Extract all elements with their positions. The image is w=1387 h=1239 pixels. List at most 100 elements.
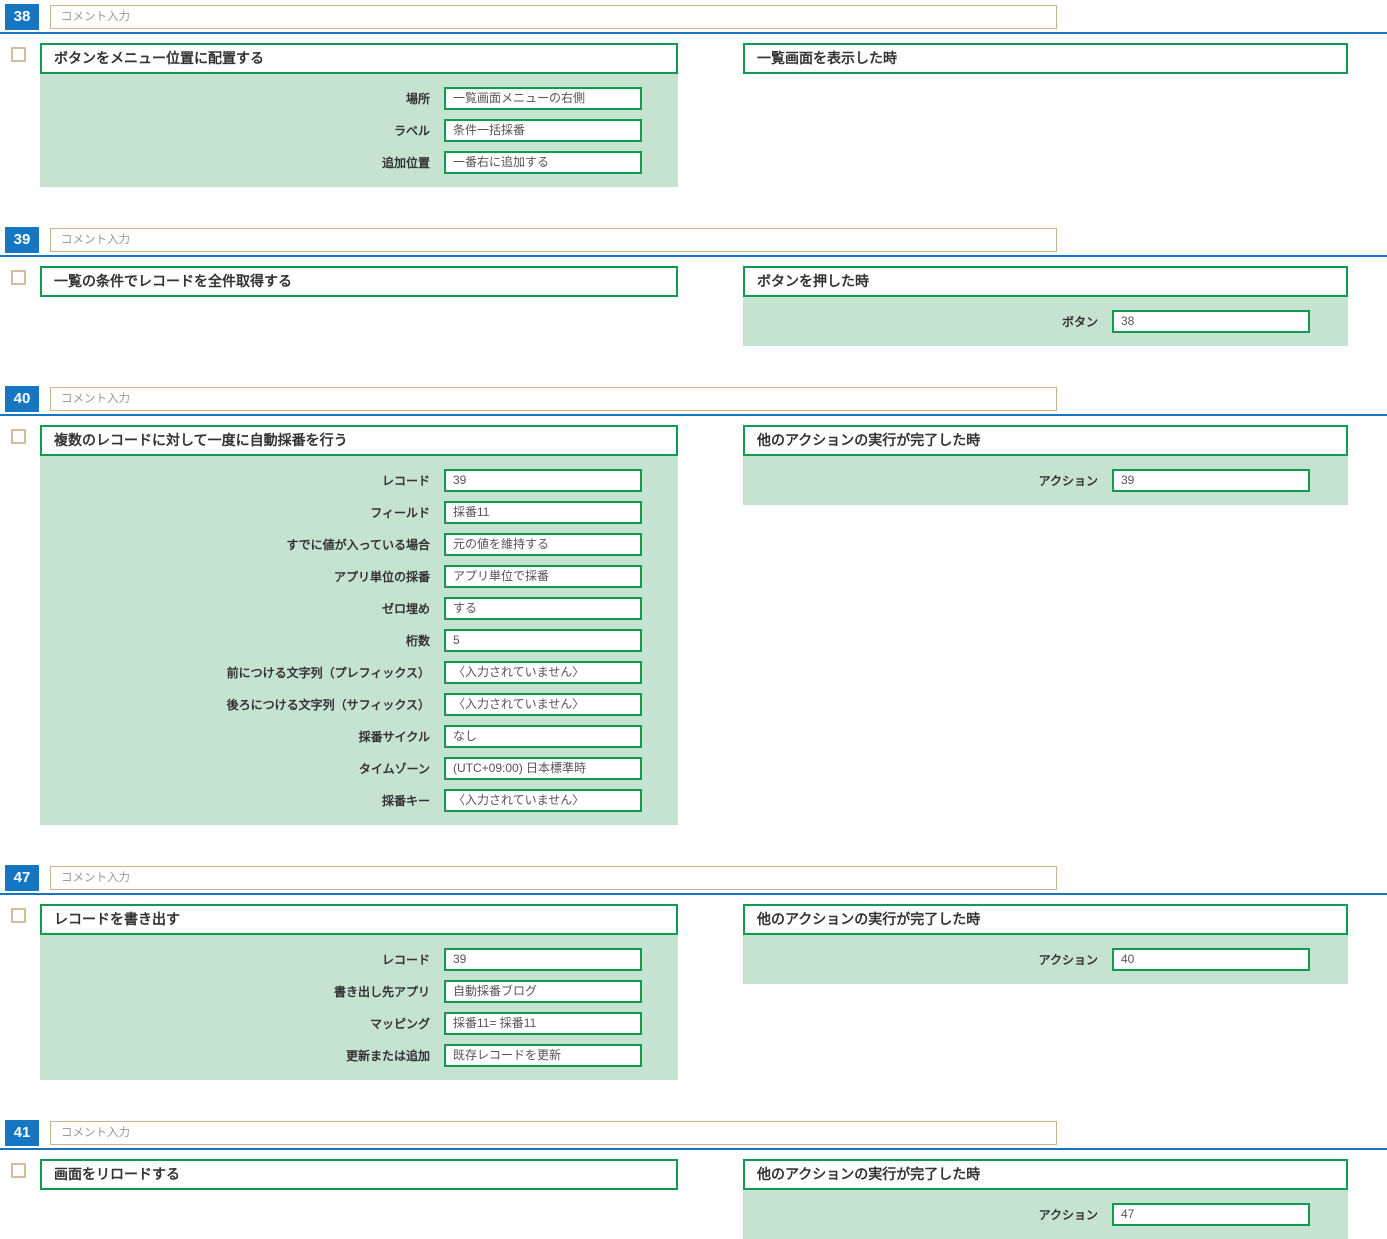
checkbox-column bbox=[0, 266, 40, 285]
param-label: マッピング bbox=[40, 1015, 430, 1032]
param-value-select[interactable]: (UTC+09:00) 日本標準時 bbox=[444, 757, 642, 780]
action-title[interactable]: 画面をリロードする bbox=[40, 1159, 678, 1190]
param-row: マッピング 採番11= 採番11 bbox=[40, 1007, 678, 1039]
action-title[interactable]: 一覧の条件でレコードを全件取得する bbox=[40, 266, 678, 297]
param-value-select[interactable]: 採番11= 採番11 bbox=[444, 1012, 642, 1035]
param-value-select[interactable]: 〈入力されていません〉 bbox=[444, 693, 642, 716]
param-label: 採番キー bbox=[40, 792, 430, 809]
trigger-title[interactable]: 他のアクションの実行が完了した時 bbox=[743, 904, 1348, 935]
param-value-select[interactable]: 採番11 bbox=[444, 501, 642, 524]
action-column: ボタンをメニュー位置に配置する 場所 一覧画面メニューの右側 ラベル 条件一括採… bbox=[40, 43, 678, 187]
section-40-header: 40 bbox=[0, 386, 1387, 414]
param-label: フィールド bbox=[40, 504, 430, 521]
section-41: 41 画面をリロードする 他のアクションの実行が完了した時 アクション 47 bbox=[0, 1120, 1387, 1239]
trigger-params-panel: アクション 39 bbox=[743, 456, 1348, 505]
action-column: レコードを書き出す レコード 39 書き出し先アプリ 自動採番ブログ マッピング… bbox=[40, 904, 678, 1080]
trigger-title[interactable]: 他のアクションの実行が完了した時 bbox=[743, 425, 1348, 456]
param-value-select[interactable]: 〈入力されていません〉 bbox=[444, 661, 642, 684]
param-value-select[interactable]: する bbox=[444, 597, 642, 620]
trigger-column: 他のアクションの実行が完了した時 アクション 39 bbox=[743, 425, 1348, 505]
comment-input[interactable] bbox=[50, 866, 1057, 890]
trigger-column: ボタンを押した時 ボタン 38 bbox=[743, 266, 1348, 346]
action-column: 複数のレコードに対して一度に自動採番を行う レコード 39 フィールド 採番11… bbox=[40, 425, 678, 825]
param-row: アクション 40 bbox=[743, 943, 1348, 975]
param-value-select[interactable]: なし bbox=[444, 725, 642, 748]
param-value-select[interactable]: 自動採番ブログ bbox=[444, 980, 642, 1003]
section-40: 40 複数のレコードに対して一度に自動採番を行う レコード 39 フィールド 採… bbox=[0, 386, 1387, 825]
checkbox-column bbox=[0, 43, 40, 62]
section-38-header: 38 bbox=[0, 4, 1387, 32]
step-number-badge: 39 bbox=[5, 227, 39, 253]
param-value-select[interactable]: 条件一括採番 bbox=[444, 119, 642, 142]
trigger-title[interactable]: 一覧画面を表示した時 bbox=[743, 43, 1348, 74]
param-label: レコード bbox=[40, 951, 430, 968]
trigger-column: 他のアクションの実行が完了した時 アクション 40 bbox=[743, 904, 1348, 984]
param-label: アクション bbox=[743, 472, 1098, 489]
param-row: ボタン 38 bbox=[743, 305, 1348, 337]
param-row: 書き出し先アプリ 自動採番ブログ bbox=[40, 975, 678, 1007]
param-value-select[interactable]: 既存レコードを更新 bbox=[444, 1044, 642, 1067]
param-row: 採番サイクル なし bbox=[40, 720, 678, 752]
param-row: アクション 47 bbox=[743, 1198, 1348, 1230]
step-number-badge: 38 bbox=[5, 4, 39, 30]
comment-input[interactable] bbox=[50, 228, 1057, 252]
param-value-select[interactable]: アプリ単位で採番 bbox=[444, 565, 642, 588]
param-label: 書き出し先アプリ bbox=[40, 983, 430, 1000]
param-value-select[interactable]: 40 bbox=[1112, 948, 1310, 971]
param-label: 桁数 bbox=[40, 632, 430, 649]
param-value-select[interactable]: 元の値を維持する bbox=[444, 533, 642, 556]
param-row: 更新または追加 既存レコードを更新 bbox=[40, 1039, 678, 1071]
param-value-select[interactable]: 39 bbox=[1112, 469, 1310, 492]
section-41-content: 画面をリロードする 他のアクションの実行が完了した時 アクション 47 bbox=[0, 1150, 1387, 1239]
param-label: 更新または追加 bbox=[40, 1047, 430, 1064]
comment-input[interactable] bbox=[50, 1121, 1057, 1145]
action-column: 画面をリロードする bbox=[40, 1159, 678, 1190]
section-39-content: 一覧の条件でレコードを全件取得する ボタンを押した時 ボタン 38 bbox=[0, 257, 1387, 346]
checkbox-column bbox=[0, 425, 40, 444]
param-value-select[interactable]: 39 bbox=[444, 469, 642, 492]
param-label: ラベル bbox=[40, 122, 430, 139]
trigger-params-panel: ボタン 38 bbox=[743, 297, 1348, 346]
param-label: アプリ単位の採番 bbox=[40, 568, 430, 585]
param-row: アプリ単位の採番 アプリ単位で採番 bbox=[40, 560, 678, 592]
comment-input[interactable] bbox=[50, 387, 1057, 411]
param-row: レコード 39 bbox=[40, 943, 678, 975]
param-value-select[interactable]: 5 bbox=[444, 629, 642, 652]
param-value-select[interactable]: 一番右に追加する bbox=[444, 151, 642, 174]
param-row: 後ろにつける文字列（サフィックス） 〈入力されていません〉 bbox=[40, 688, 678, 720]
param-label: アクション bbox=[743, 1206, 1098, 1223]
param-label: 採番サイクル bbox=[40, 728, 430, 745]
trigger-params-panel: アクション 47 bbox=[743, 1190, 1348, 1239]
section-checkbox[interactable] bbox=[11, 908, 26, 923]
trigger-title[interactable]: 他のアクションの実行が完了した時 bbox=[743, 1159, 1348, 1190]
param-value-select[interactable]: 38 bbox=[1112, 310, 1310, 333]
param-label: ゼロ埋め bbox=[40, 600, 430, 617]
section-47-header: 47 bbox=[0, 865, 1387, 893]
section-checkbox[interactable] bbox=[11, 270, 26, 285]
param-value-select[interactable]: 39 bbox=[444, 948, 642, 971]
section-checkbox[interactable] bbox=[11, 47, 26, 62]
param-row: アクション 39 bbox=[743, 464, 1348, 496]
param-value-select[interactable]: 47 bbox=[1112, 1203, 1310, 1226]
param-label: 場所 bbox=[40, 90, 430, 107]
section-41-header: 41 bbox=[0, 1120, 1387, 1148]
section-40-content: 複数のレコードに対して一度に自動採番を行う レコード 39 フィールド 採番11… bbox=[0, 416, 1387, 825]
action-title[interactable]: レコードを書き出す bbox=[40, 904, 678, 935]
trigger-column: 他のアクションの実行が完了した時 アクション 47 bbox=[743, 1159, 1348, 1239]
section-checkbox[interactable] bbox=[11, 1163, 26, 1178]
section-47: 47 レコードを書き出す レコード 39 書き出し先アプリ 自動採番ブログ bbox=[0, 865, 1387, 1080]
action-column: 一覧の条件でレコードを全件取得する bbox=[40, 266, 678, 297]
section-checkbox[interactable] bbox=[11, 429, 26, 444]
action-title[interactable]: 複数のレコードに対して一度に自動採番を行う bbox=[40, 425, 678, 456]
param-row: レコード 39 bbox=[40, 464, 678, 496]
trigger-title[interactable]: ボタンを押した時 bbox=[743, 266, 1348, 297]
action-title[interactable]: ボタンをメニュー位置に配置する bbox=[40, 43, 678, 74]
section-39: 39 一覧の条件でレコードを全件取得する ボタンを押した時 ボタン 38 bbox=[0, 227, 1387, 346]
param-label: 追加位置 bbox=[40, 154, 430, 171]
param-value-select[interactable]: 〈入力されていません〉 bbox=[444, 789, 642, 812]
param-value-select[interactable]: 一覧画面メニューの右側 bbox=[444, 87, 642, 110]
param-row: ゼロ埋め する bbox=[40, 592, 678, 624]
param-label: 前につける文字列（プレフィックス） bbox=[40, 664, 430, 681]
comment-input[interactable] bbox=[50, 5, 1057, 29]
trigger-params-panel: アクション 40 bbox=[743, 935, 1348, 984]
